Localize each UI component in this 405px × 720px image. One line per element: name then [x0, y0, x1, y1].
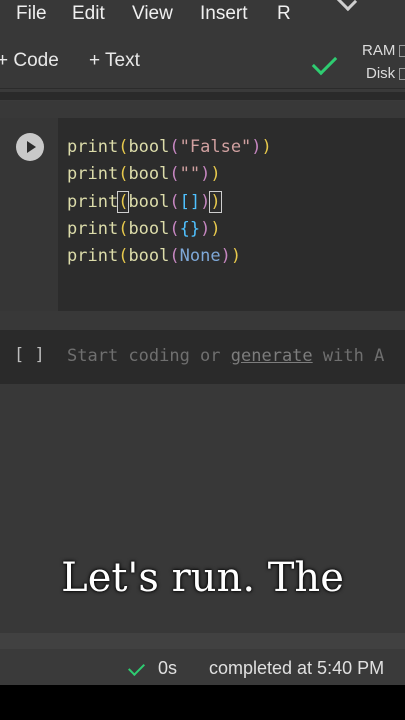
placeholder-suffix: with A — [312, 346, 385, 366]
code-cell[interactable]: print(bool("False")) print(bool("")) pri… — [0, 118, 405, 311]
disk-usage-bar — [399, 68, 405, 80]
video-caption: Let's run. The — [61, 555, 344, 601]
disk-label: Disk — [366, 65, 396, 82]
execution-count-brackets: [ ] — [14, 345, 45, 365]
menu-bar: File Edit View Insert R — [0, 0, 405, 30]
add-text-button[interactable]: + Text — [89, 50, 140, 72]
chevron-icon — [335, 0, 358, 12]
menu-edit[interactable]: Edit — [72, 3, 105, 25]
execution-duration: 0s — [158, 658, 178, 678]
add-code-button[interactable]: + Code — [0, 50, 59, 72]
cell-gutter — [0, 118, 58, 311]
empty-code-cell[interactable]: [ ] Start coding or generate with A — [0, 330, 405, 384]
placeholder-prefix: Start coding or — [67, 346, 231, 366]
status-bar-edge — [0, 633, 405, 649]
code-editor[interactable]: print(bool("False")) print(bool("")) pri… — [67, 134, 272, 270]
generate-link[interactable]: generate — [231, 346, 313, 366]
menu-view[interactable]: View — [132, 3, 173, 25]
menu-file[interactable]: File — [16, 3, 47, 25]
run-cell-button[interactable] — [16, 133, 44, 161]
bottom-bar — [0, 685, 405, 720]
completion-time: completed at 5:40 PM — [209, 658, 385, 678]
previous-cell-edge — [0, 92, 405, 100]
cell-placeholder[interactable]: Start coding or generate with A — [67, 346, 384, 366]
ram-usage-bar — [399, 45, 405, 57]
ram-label: RAM — [362, 42, 396, 59]
toolbar: + Code + Text RAM Disk — [0, 36, 405, 88]
menu-runtime[interactable]: R — [277, 3, 291, 25]
connected-check-icon — [311, 49, 338, 76]
menu-insert[interactable]: Insert — [200, 3, 248, 25]
